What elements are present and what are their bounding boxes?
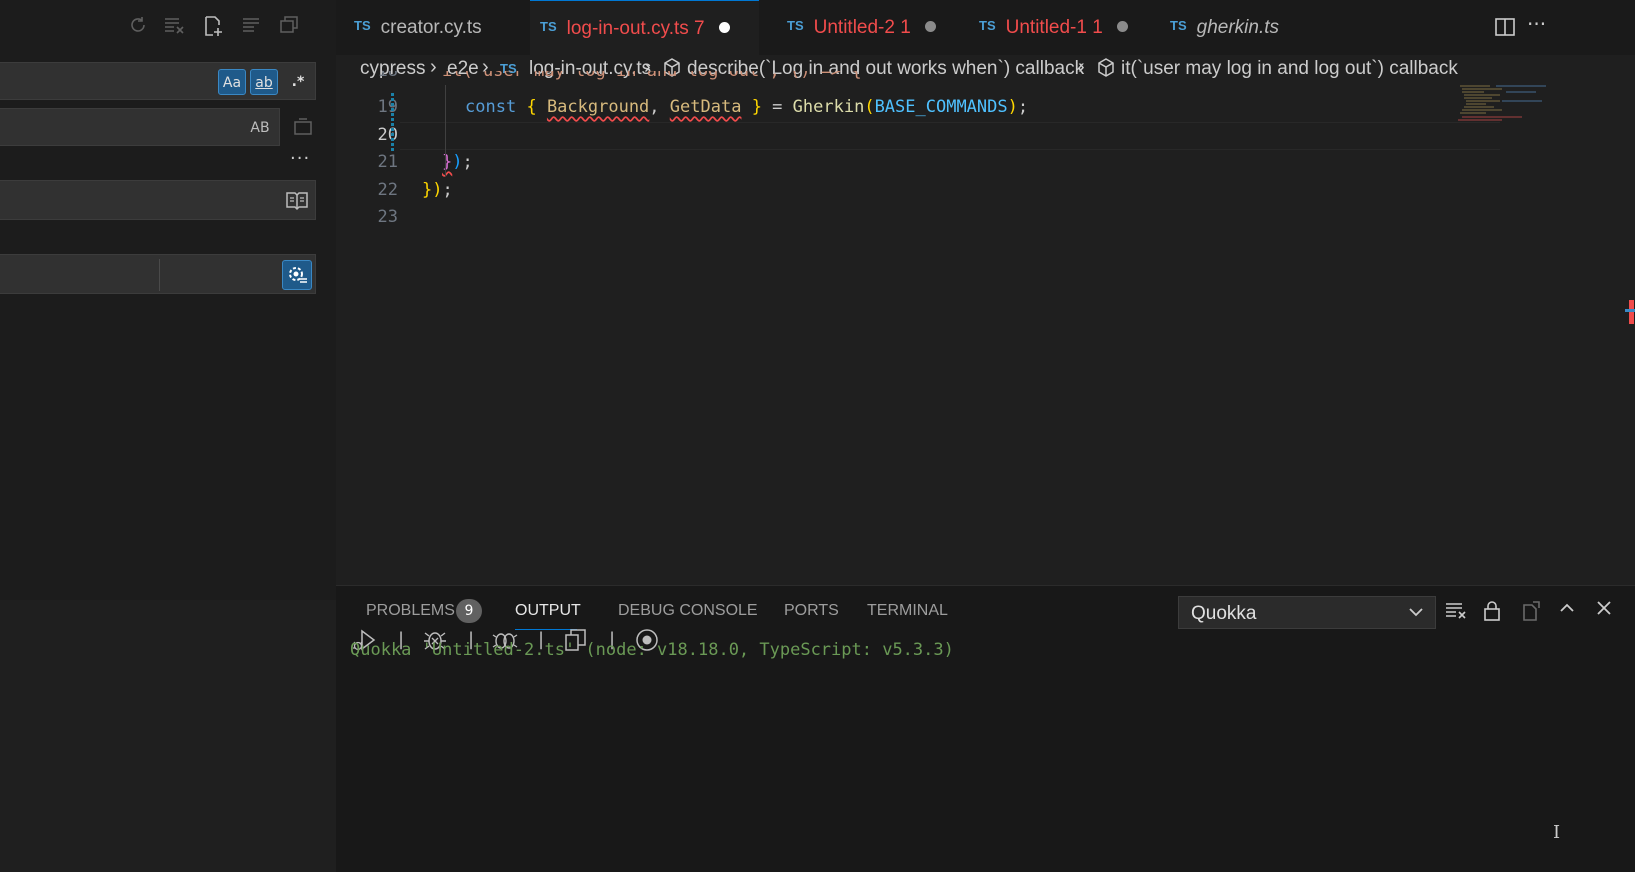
match-case-toggle[interactable]: Aa [218,69,246,95]
input-divider [159,259,160,291]
clear-output-icon[interactable] [1444,600,1468,627]
tab-ports[interactable]: PORTS [784,602,839,620]
tab-log-in-out[interactable]: TS log-in-out.cy.ts 7 [530,0,759,55]
line-number-current: 20 [377,125,398,145]
breadcrumb-item[interactable]: it(`user may log in and log out`) callba… [1121,58,1458,80]
line-number: 21 [377,152,398,172]
line-number: 18 [377,71,398,81]
new-search-editor-icon[interactable] [200,14,226,40]
problems-count-badge: 9 [456,599,482,623]
open-editors-only-icon[interactable] [285,189,309,215]
tab-gherkin[interactable]: TS gherkin.ts [1170,0,1279,55]
chevron-down-icon [1407,603,1425,625]
code-editor[interactable]: 18 it(`user may log in and log out`, () … [336,71,1635,585]
use-exclude-settings-icon[interactable] [282,260,312,290]
replace-all-icon[interactable] [290,116,316,142]
toggle-search-details-icon[interactable]: ··· [290,148,310,169]
current-line-highlight [400,122,1500,150]
search-sidebar: Aa ab .* AB ··· [0,0,336,600]
refresh-icon[interactable] [125,14,151,40]
tab-output[interactable]: OUTPUT [515,602,581,620]
editor-tab-bar: TS creator.cy.ts TS log-in-out.cy.ts 7 TS U… [336,0,1635,55]
replace-input[interactable]: AB [0,108,280,146]
tab-untitled-1[interactable]: TS Untitled-1 1 [979,0,1128,55]
text-cursor-icon: I [1553,822,1561,843]
code-line[interactable]: }); [442,152,473,172]
line-number: 19 [377,97,398,117]
indent-guide [445,85,446,177]
open-log-icon[interactable] [1519,599,1543,628]
typescript-file-icon: TS [787,18,804,33]
match-whole-word-toggle[interactable]: ab [250,69,278,95]
tab-problems[interactable]: PROBLEMS [366,602,455,620]
split-editor-icon[interactable] [1493,15,1517,43]
more-actions-icon[interactable]: ··· [1527,12,1546,36]
files-to-exclude-input[interactable] [0,254,316,294]
bottom-panel: PROBLEMS 9 OUTPUT DEBUG CONSOLE PORTS TE… [336,585,1635,872]
preserve-case-toggle[interactable]: AB [246,115,274,141]
tab-terminal[interactable]: TERMINAL [867,602,948,620]
tab-label: Untitled-2 1 [813,17,911,38]
chevron-right-icon: › [430,56,437,78]
git-change-marker[interactable] [391,93,394,151]
maximize-panel-icon[interactable] [1557,598,1577,623]
symbol-method-icon [1096,57,1116,85]
tab-label: Untitled-1 1 [1005,17,1103,38]
close-panel-icon[interactable] [1594,598,1614,623]
typescript-file-icon: TS [979,18,996,33]
line-number: 23 [377,207,398,227]
collapse-all-icon[interactable] [238,14,264,40]
overview-ruler-cursor-marker [1625,309,1635,312]
tab-label: log-in-out.cy.ts 7 [566,18,705,39]
lock-icon[interactable] [1482,599,1502,628]
selected-channel: Quokka [1191,603,1257,624]
overview-ruler-error-marker [1629,300,1634,324]
tab-creator[interactable]: TS creator.cy.ts [354,0,482,55]
code-line[interactable]: const { Background, GetData } = Gherkin(… [465,97,1028,117]
minimap[interactable] [1456,85,1556,125]
code-line[interactable]: }); [422,180,453,200]
output-text: Quokka 'Untitled-2.ts' (node: v18.18.0, … [350,640,954,660]
expand-all-icon[interactable] [276,14,302,40]
tab-debug-console[interactable]: DEBUG CONSOLE [618,602,758,620]
typescript-file-icon: TS [1170,18,1187,33]
typescript-file-icon: TS [540,19,557,34]
chevron-right-icon: › [1078,56,1085,78]
files-to-include-input[interactable] [0,180,316,220]
unsaved-dot-icon[interactable] [924,21,936,32]
tab-label: creator.cy.ts [380,17,482,38]
line-number: 22 [377,180,398,200]
tab-label: gherkin.ts [1196,17,1279,38]
tab-untitled-2[interactable]: TS Untitled-2 1 [787,0,936,55]
clear-results-icon[interactable] [162,14,188,40]
use-regex-toggle[interactable]: .* [284,69,312,95]
output-channel-select[interactable]: Quokka [1178,596,1436,629]
search-input[interactable]: Aa ab .* [0,62,316,100]
unsaved-dot-icon[interactable] [718,22,730,33]
typescript-file-icon: TS [354,18,371,33]
code-line[interactable]: it(`user may log in and log out`, () => … [442,71,862,85]
unsaved-dot-icon[interactable] [1116,21,1128,32]
